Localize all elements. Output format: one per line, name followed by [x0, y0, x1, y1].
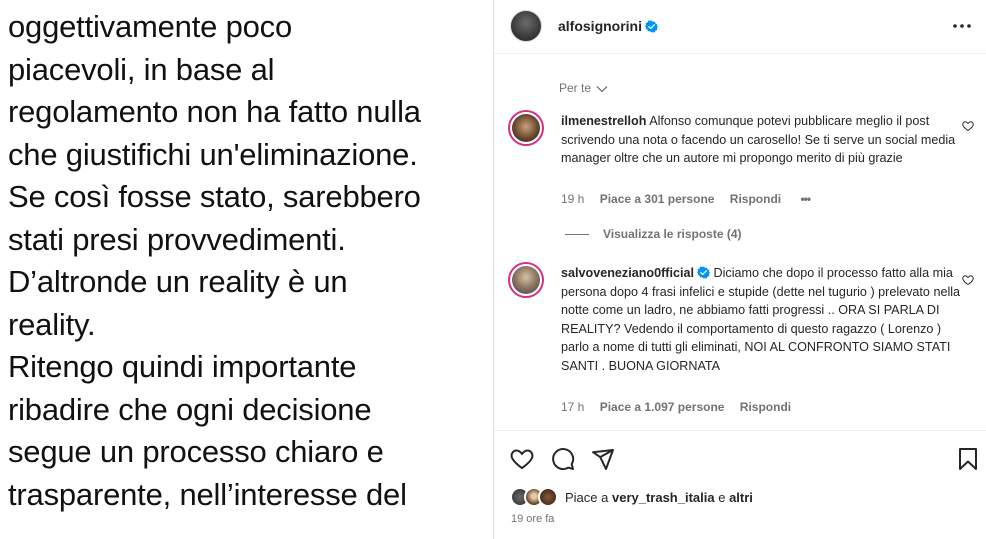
post-text-line: Se così fosse stato, sarebbero — [8, 179, 421, 214]
post-text-line: regolamento non ha fatto nulla — [8, 94, 421, 129]
view-replies-label[interactable]: Visualizza le risposte (4) — [603, 227, 742, 241]
post-image: oggettivamente poco piacevoli, in base a… — [0, 0, 493, 539]
post-timestamp[interactable]: 19 ore fa — [511, 513, 554, 525]
post-text-line: D’altronde un reality è un — [8, 264, 348, 299]
comment-likes[interactable]: Piace a 301 persone — [600, 192, 715, 206]
chevron-down-icon[interactable] — [596, 85, 608, 93]
comment-meta: 17 h Piace a 1.097 persone Rispondi — [561, 400, 803, 414]
comment-meta: 19 h Piace a 301 persone Rispondi ••• — [561, 192, 822, 206]
verified-badge-icon — [697, 266, 710, 279]
more-horizontal-icon[interactable] — [950, 16, 974, 36]
reply-button[interactable]: Rispondi — [740, 400, 791, 414]
post-actions: Piace a very_trash_italia e altri 19 ore… — [494, 430, 986, 539]
post-text-line: segue un processo chiaro e — [8, 434, 384, 469]
post-author-username[interactable]: alfosignorini — [558, 18, 642, 34]
avatar[interactable] — [508, 110, 544, 146]
send-icon[interactable] — [591, 447, 615, 471]
reply-button[interactable]: Rispondi — [730, 192, 781, 206]
view-replies-button[interactable]: Visualizza le risposte (4) — [565, 227, 742, 241]
comment-body: ilmenestrelloh Alfonso comunque potevi p… — [561, 112, 961, 168]
verified-badge-icon — [645, 20, 658, 33]
comment-username[interactable]: salvoveneziano0fficial — [561, 266, 694, 280]
comments-panel: alfosignorini Per te ilmenestrelloh Alfo… — [494, 0, 986, 539]
post-text-line: piacevoli, in base al — [8, 51, 275, 87]
bookmark-icon[interactable] — [956, 447, 980, 471]
comment-likes[interactable]: Piace a 1.097 persone — [600, 400, 725, 414]
likes-text: Piace a very_trash_italia e altri — [565, 490, 753, 505]
post-text-line: trasparente, nell’interesse del — [8, 476, 407, 512]
post-author[interactable]: alfosignorini — [558, 18, 658, 34]
post-header: alfosignorini — [494, 0, 986, 54]
heart-icon[interactable] — [962, 120, 974, 132]
avatar[interactable] — [538, 487, 558, 507]
likes-others-link[interactable]: altri — [729, 490, 753, 505]
post-text-line: reality. — [8, 306, 96, 342]
comment-body: salvoveneziano0fficial Diciamo che dopo … — [561, 264, 961, 376]
likes-middle: e — [714, 490, 730, 505]
divider — [565, 234, 589, 236]
avatar[interactable] — [510, 10, 542, 42]
comment-username[interactable]: ilmenestrelloh — [561, 114, 646, 128]
comment-text: Diciamo che dopo il processo fatto alla … — [561, 266, 961, 373]
likes-prefix: Piace a — [565, 490, 612, 505]
avatar[interactable] — [508, 262, 544, 298]
post-image-text: oggettivamente poco piacevoli, in base a… — [8, 6, 488, 516]
comments-filter[interactable]: Per te — [559, 81, 608, 95]
post-text-line: oggettivamente poco — [8, 9, 293, 44]
comment-icon[interactable] — [551, 447, 575, 471]
heart-icon[interactable] — [962, 274, 974, 286]
post-text-line: stati presi provvedimenti. — [8, 221, 346, 257]
post-text-line: che giustifichi un'eliminazione. — [8, 136, 418, 172]
comments-filter-label[interactable]: Per te — [559, 81, 591, 95]
heart-icon[interactable] — [510, 447, 534, 471]
post-text-line: Ritengo quindi importante — [8, 349, 357, 384]
post-text-line: ribadire che ogni decisione — [8, 391, 372, 427]
liker-username[interactable]: very_trash_italia — [612, 490, 715, 505]
comment-time[interactable]: 19 h — [561, 192, 584, 206]
comment-options-icon[interactable]: ••• — [800, 192, 811, 206]
comment-time[interactable]: 17 h — [561, 400, 584, 414]
